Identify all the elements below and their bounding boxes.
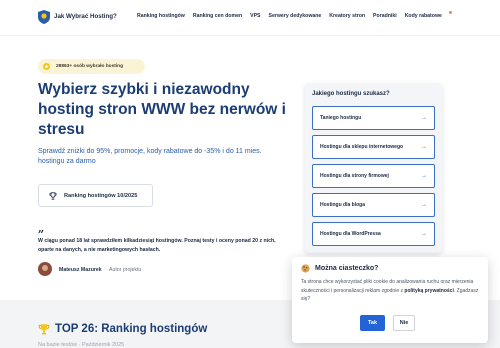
ranking-button[interactable]: Ranking hostingów 10/2025 <box>38 184 153 207</box>
trophy-icon <box>49 191 57 200</box>
author-quote: W ciągu ponad 18 lat sprawdziłem kilkadz… <box>38 238 276 253</box>
main-nav: Ranking hostingów Ranking cen domen VPS … <box>137 13 450 19</box>
cookie-title-text: Można ciasteczko? <box>315 265 379 272</box>
finder-option-label: Hostingu dla bloga <box>320 202 365 208</box>
badge-text: 28863+ osób wybrało hosting <box>56 64 124 69</box>
users-badge: 28863+ osób wybrało hosting <box>38 59 145 74</box>
nav-poradniki[interactable]: Poradniki <box>373 13 397 19</box>
author-role: Autor projektu <box>109 267 142 273</box>
ranking-button-label: Ranking hostingów 10/2025 <box>64 192 138 199</box>
logo-icon[interactable] <box>38 10 50 24</box>
privacy-policy-link[interactable]: polityką prywatności <box>404 288 453 294</box>
cookie-accept-button[interactable]: Tak <box>360 315 385 331</box>
nav-kreatory-stron[interactable]: Kreatory stron <box>329 13 365 19</box>
hero-subtitle: Sprawdź zniżki do 95%, promocje, kody ra… <box>38 148 262 165</box>
finder-option-sklep[interactable]: Hostingu dla sklepu internetowego → <box>312 135 435 159</box>
finder-option-label: Hostingu dla strony firmowej <box>320 173 389 179</box>
hosting-finder-card: Jakiego hostingu szukasz? Taniego hostin… <box>305 83 442 253</box>
finder-title: Jakiego hostingu szukasz? <box>312 91 390 97</box>
arrow-right-icon: → <box>421 231 427 237</box>
finder-option-tani[interactable]: Taniego hostingu → <box>312 106 435 130</box>
ranking-title-text: TOP 26: Ranking hostingów <box>55 323 208 335</box>
nav-kody-rabatowe[interactable]: Kody rabatowe <box>405 13 442 19</box>
ranking-section-subtitle: Na bazie testów · Październik 2025 <box>38 342 125 348</box>
site-header: Jak Wybrać Hosting? Ranking hostingów Ra… <box>0 0 500 36</box>
hero-title: Wybierz szybki i niezawodny hosting stro… <box>38 81 286 138</box>
notification-dot <box>449 11 452 14</box>
cookie-reject-button[interactable]: Nie <box>393 315 415 331</box>
nav-ranking-hostingow[interactable]: Ranking hostingów <box>137 13 185 19</box>
author-avatar <box>38 262 52 276</box>
finder-option-label: Taniego hostingu <box>320 115 362 121</box>
arrow-right-icon: → <box>421 144 427 150</box>
finder-option-firmowa[interactable]: Hostingu dla strony firmowej → <box>312 164 435 188</box>
nav-vps[interactable]: VPS <box>250 13 260 19</box>
star-icon <box>43 63 50 70</box>
quote-mark: „ <box>38 222 45 235</box>
finder-option-wordpress[interactable]: Hostingu dla WordPressa → <box>312 222 435 246</box>
finder-option-blog[interactable]: Hostingu dla bloga → <box>312 193 435 217</box>
arrow-right-icon: → <box>421 173 427 179</box>
finder-option-label: Hostingu dla sklepu internetowego <box>320 144 404 150</box>
arrow-right-icon: → <box>421 202 427 208</box>
site-brand[interactable]: Jak Wybrać Hosting? <box>54 13 117 20</box>
trophy-icon <box>38 324 50 335</box>
cookie-title: Można ciasteczko? <box>301 264 479 273</box>
author-name[interactable]: Mateusz Mazurek <box>59 267 102 273</box>
cookie-text: Ta strona chce wykorzystać pliki cookie … <box>301 278 479 304</box>
nav-ranking-cen-domen[interactable]: Ranking cen domen <box>193 13 242 19</box>
nav-serwery-dedykowane[interactable]: Serwery dedykowane <box>269 13 322 19</box>
cookie-icon <box>301 264 310 273</box>
ranking-section-title: TOP 26: Ranking hostingów <box>38 323 207 335</box>
finder-option-label: Hostingu dla WordPressa <box>320 231 381 237</box>
arrow-right-icon: → <box>421 115 427 121</box>
cookie-banner: Można ciasteczko? Ta strona chce wykorzy… <box>292 257 488 343</box>
